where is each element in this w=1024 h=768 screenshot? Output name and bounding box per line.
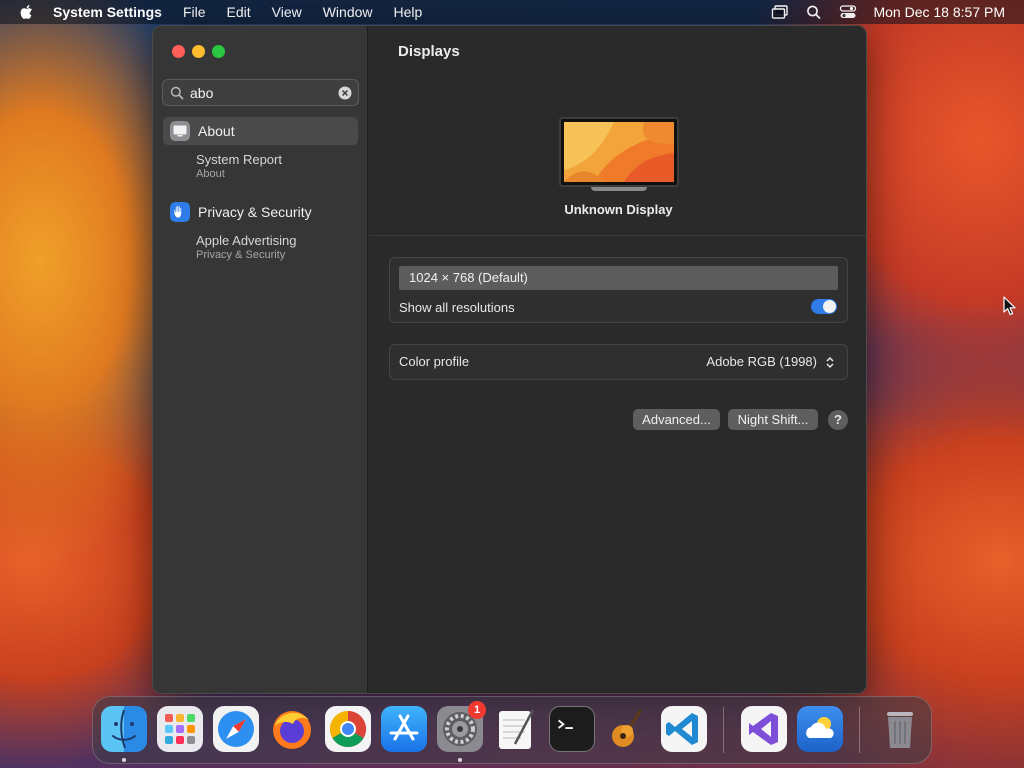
dock-terminal[interactable]: [549, 706, 595, 752]
safari-compass-icon: [218, 711, 254, 747]
search-result-caption: Privacy & Security: [196, 249, 286, 261]
dock-visual-studio[interactable]: [741, 706, 787, 752]
advanced-button[interactable]: Advanced...: [633, 409, 720, 430]
about-computer-icon: [170, 121, 190, 141]
dock-finder[interactable]: [101, 706, 147, 752]
chrome-icon: [329, 711, 367, 748]
window-zoom-button[interactable]: [212, 45, 225, 58]
search-result-title: System Report: [196, 152, 282, 167]
search-result-title: Apple Advertising: [196, 233, 297, 248]
dock-firefox[interactable]: [269, 706, 315, 752]
display-name: Unknown Display: [564, 202, 673, 217]
sidebar-item-privacy-security[interactable]: Privacy & Security: [163, 198, 358, 226]
menu-file[interactable]: File: [183, 4, 206, 20]
dock-weather[interactable]: [797, 706, 843, 752]
display-thumbnail[interactable]: [559, 117, 679, 191]
app-store-icon: [389, 714, 419, 741]
menu-edit[interactable]: Edit: [227, 4, 251, 20]
toggle-knob: [823, 300, 836, 313]
mouse-pointer-icon: [1003, 296, 1016, 316]
resolution-group: 1024 × 768 (Default) Show all resolution…: [389, 257, 848, 323]
color-profile-popup[interactable]: Adobe RGB (1998): [706, 354, 817, 369]
search-result-apple-advertising[interactable]: Apple Advertising Privacy & Security: [196, 233, 356, 262]
textedit-icon: [499, 709, 535, 749]
dock-safari[interactable]: [213, 706, 259, 752]
terminal-icon: [558, 719, 573, 729]
clear-search-icon[interactable]: [338, 86, 352, 100]
menu-view[interactable]: View: [272, 4, 302, 20]
dock-vscode[interactable]: [661, 706, 707, 752]
running-indicator: [458, 758, 462, 762]
night-shift-button[interactable]: Night Shift...: [728, 409, 818, 430]
sidebar-item-label: Privacy & Security: [198, 204, 312, 220]
spotlight-search-icon[interactable]: [805, 4, 823, 20]
firefox-icon: [273, 711, 311, 749]
sidebar: About System Report About Privacy & Secu…: [153, 26, 368, 693]
visual-studio-icon: [749, 713, 778, 745]
menu-bar-extras: Mon Dec 18 8:57 PM: [755, 0, 1005, 24]
search-result-caption: About: [196, 168, 225, 180]
chevron-up-down-icon[interactable]: [825, 355, 835, 370]
resolution-option-selected[interactable]: 1024 × 768 (Default): [399, 266, 838, 290]
vscode-icon: [666, 713, 698, 745]
menu-window[interactable]: Window: [323, 4, 373, 20]
apple-logo-icon[interactable]: [19, 4, 33, 20]
window-close-button[interactable]: [172, 45, 185, 58]
finder-icon: [112, 709, 136, 749]
color-profile-label: Color profile: [399, 354, 470, 369]
displays-pane: Displays Unknown Display 1024 × 768 (Def…: [369, 26, 866, 693]
search-field[interactable]: [162, 79, 359, 106]
color-profile-row[interactable]: Color profile Adobe RGB (1998): [389, 344, 848, 380]
show-all-resolutions-toggle[interactable]: [811, 299, 837, 314]
notification-badge: 1: [468, 701, 486, 719]
menu-help[interactable]: Help: [394, 4, 423, 20]
wallpaper-preview-icon: [564, 122, 674, 182]
show-all-resolutions-label: Show all resolutions: [399, 300, 515, 315]
dock-app-store[interactable]: [381, 706, 427, 752]
window-minimize-button[interactable]: [192, 45, 205, 58]
sidebar-item-about[interactable]: About: [163, 117, 358, 145]
dock-launchpad[interactable]: [157, 706, 203, 752]
dock-chrome[interactable]: [325, 706, 371, 752]
screen-mirroring-icon[interactable]: [771, 4, 789, 20]
guitar-icon: [612, 709, 643, 747]
launchpad-grid-icon: [165, 714, 195, 744]
dock: 1: [92, 696, 932, 764]
menu-app-name[interactable]: System Settings: [53, 4, 162, 20]
divider: [369, 235, 866, 236]
dock-garageband[interactable]: [605, 706, 651, 752]
search-result-system-report[interactable]: System Report About: [196, 152, 356, 181]
hand-privacy-icon: [170, 202, 190, 222]
menu-bar: System Settings File Edit View Window He…: [0, 0, 1024, 24]
dock-textedit[interactable]: [493, 706, 539, 752]
control-center-icon[interactable]: [839, 4, 857, 20]
monitor-stand: [591, 187, 647, 191]
sidebar-item-label: About: [198, 123, 235, 139]
running-indicator: [122, 758, 126, 762]
search-input[interactable]: [190, 84, 330, 101]
help-button[interactable]: ?: [828, 410, 848, 430]
menu-clock[interactable]: Mon Dec 18 8:57 PM: [873, 4, 1005, 20]
dock-separator: [723, 707, 724, 753]
dock-trash[interactable]: [877, 706, 923, 752]
weather-cloud-icon: [806, 717, 834, 738]
search-icon: [170, 86, 184, 99]
dock-separator: [859, 707, 860, 753]
page-title: Displays: [398, 43, 460, 60]
trash-icon: [887, 712, 913, 748]
system-settings-window: About System Report About Privacy & Secu…: [152, 25, 867, 694]
